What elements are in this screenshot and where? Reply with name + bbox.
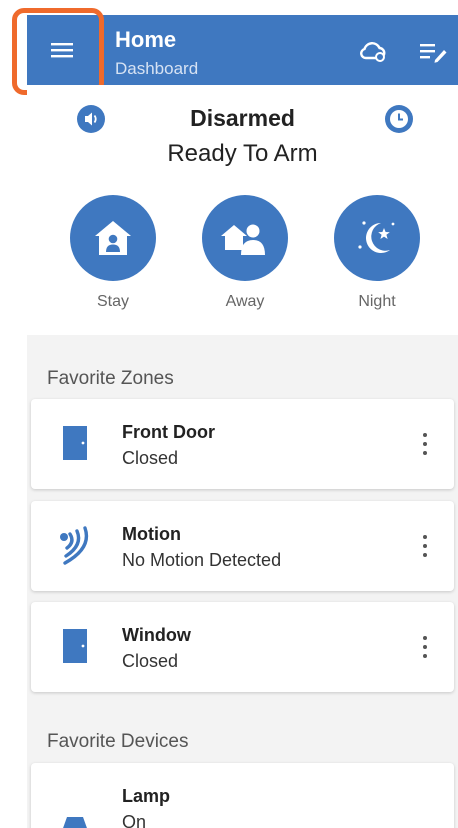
zone-card-motion[interactable]: Motion No Motion Detected bbox=[31, 501, 454, 591]
night-circle bbox=[334, 195, 420, 281]
arm-away-button[interactable]: Away bbox=[200, 195, 290, 311]
house-person-icon bbox=[95, 221, 131, 255]
favorite-zones-heading: Favorite Zones bbox=[47, 368, 174, 389]
clock-icon bbox=[385, 105, 413, 133]
zone-name: Front Door bbox=[122, 422, 215, 442]
zone-card-window[interactable]: Window Closed bbox=[31, 602, 454, 692]
more-options-icon[interactable] bbox=[417, 429, 433, 459]
app-bar: Home Dashboard bbox=[27, 15, 458, 85]
edit-list-button[interactable] bbox=[417, 37, 449, 67]
house-people-icon bbox=[221, 224, 265, 255]
night-label: Night bbox=[358, 293, 396, 310]
menu-button[interactable] bbox=[27, 15, 97, 85]
hamburger-menu-icon bbox=[51, 43, 73, 58]
device-state: On bbox=[122, 812, 147, 828]
stay-label: Stay bbox=[96, 293, 129, 310]
arm-stay-button[interactable]: Stay bbox=[68, 195, 158, 311]
away-label: Away bbox=[225, 293, 265, 310]
zone-state: Closed bbox=[122, 651, 179, 671]
away-circle bbox=[202, 195, 288, 281]
favorite-devices-heading: Favorite Devices bbox=[47, 731, 189, 752]
page-title: Home bbox=[115, 27, 177, 52]
zone-state: Closed bbox=[122, 448, 179, 468]
zone-card-front-door[interactable]: Front Door Closed bbox=[31, 399, 454, 489]
arm-night-button[interactable]: Night bbox=[332, 195, 422, 311]
edit-list-icon bbox=[420, 44, 447, 63]
device-name: Lamp bbox=[122, 786, 171, 806]
lamp-icon bbox=[63, 817, 87, 828]
stay-circle bbox=[70, 195, 156, 281]
zone-name: Motion bbox=[122, 524, 181, 544]
more-options-icon[interactable] bbox=[417, 531, 433, 561]
zone-name: Window bbox=[122, 625, 191, 645]
motion-sensor-icon bbox=[60, 526, 89, 565]
clock-button[interactable] bbox=[385, 105, 413, 133]
zone-state: No Motion Detected bbox=[122, 550, 282, 570]
moon-stars-icon bbox=[358, 221, 395, 253]
page-subtitle: Dashboard bbox=[115, 59, 199, 78]
cloud-sync-button[interactable] bbox=[357, 35, 389, 67]
arm-status-panel: Disarmed Ready To Arm Stay Away Night bbox=[27, 85, 458, 335]
device-card-lamp[interactable]: Lamp On bbox=[31, 763, 454, 828]
cloud-sync-icon bbox=[360, 42, 386, 62]
ready-status-text: Ready To Arm bbox=[167, 140, 318, 167]
door-icon bbox=[63, 426, 87, 460]
favorites-panel: Favorite Zones Front Door Closed Motion … bbox=[27, 335, 458, 828]
door-icon bbox=[63, 629, 87, 663]
more-options-icon[interactable] bbox=[417, 632, 433, 662]
